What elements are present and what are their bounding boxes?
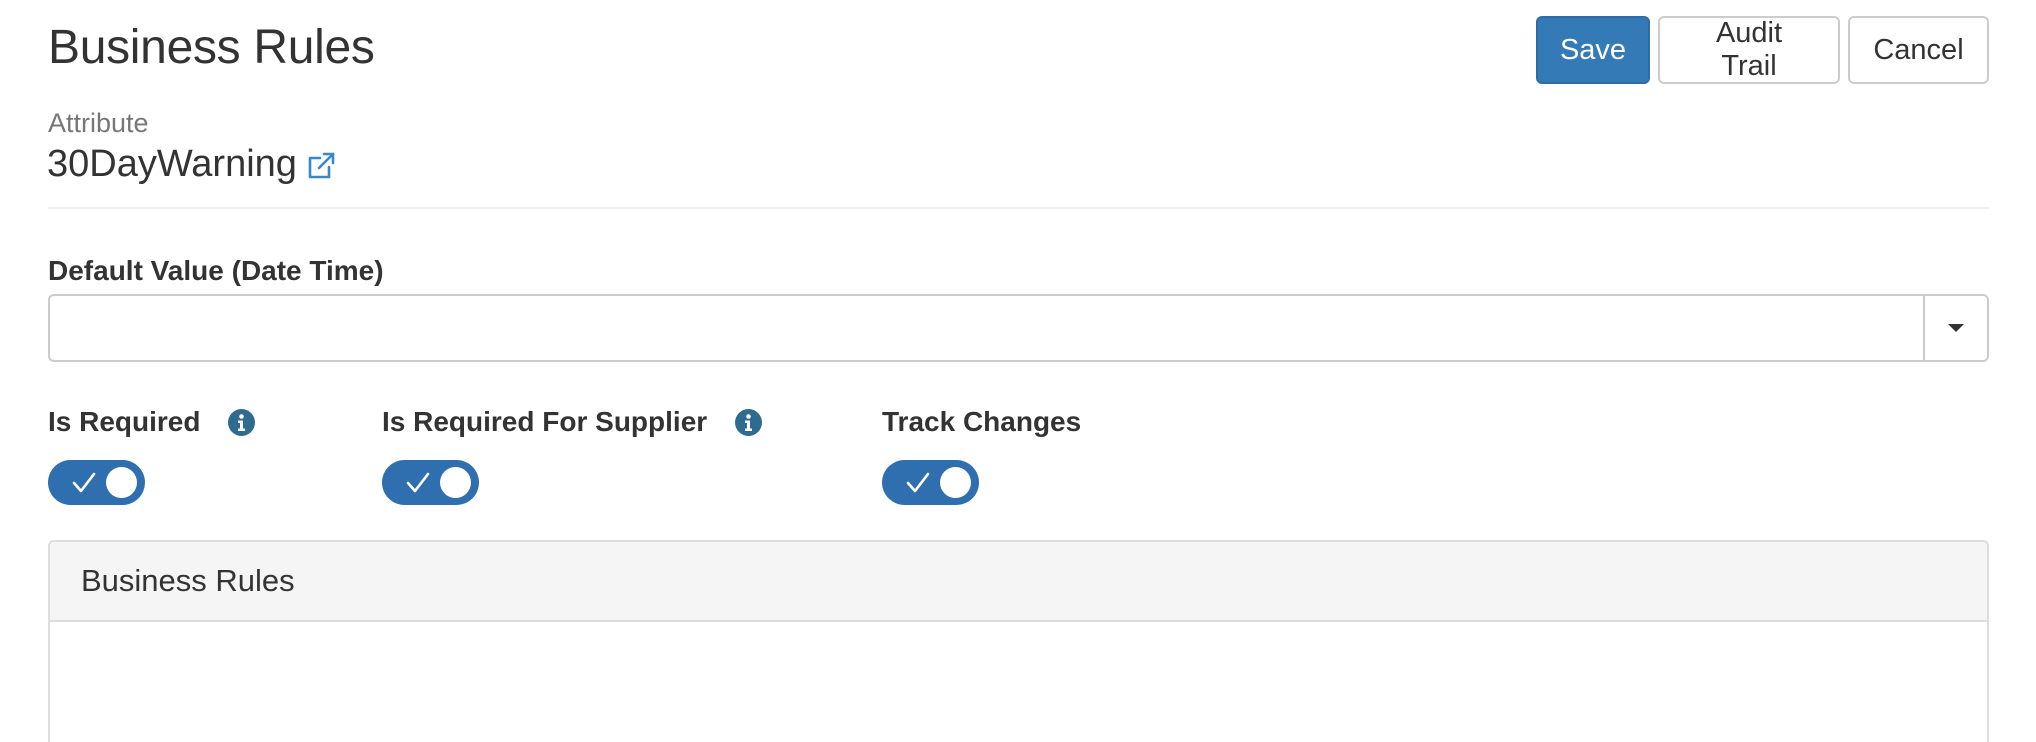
is-required-for-supplier-toggle[interactable] — [382, 460, 479, 505]
info-icon[interactable] — [228, 408, 256, 436]
section-divider — [48, 207, 1989, 209]
check-icon — [906, 472, 930, 493]
caret-down-icon — [1948, 324, 1964, 332]
business-rules-page: Business Rules Save Audit Trail Cancel A… — [0, 0, 2036, 742]
is-required-label: Is Required — [48, 406, 201, 437]
action-buttons: Save Audit Trail Cancel — [1536, 16, 1989, 84]
attribute-label: Attribute — [48, 108, 149, 138]
is-required-group: Is Required — [48, 404, 256, 505]
toggle-knob — [106, 467, 137, 498]
track-changes-group: Track Changes — [882, 404, 1081, 505]
toggle-knob — [440, 467, 471, 498]
default-value-input-group — [48, 294, 1989, 362]
check-icon — [72, 472, 96, 493]
is-required-for-supplier-group: Is Required For Supplier — [382, 404, 763, 505]
audit-trail-button[interactable]: Audit Trail — [1658, 16, 1840, 84]
info-icon[interactable] — [735, 408, 763, 436]
business-rules-panel: Business Rules — [48, 540, 1989, 742]
cancel-button[interactable]: Cancel — [1848, 16, 1989, 84]
default-value-input[interactable] — [48, 294, 1923, 362]
track-changes-toggle[interactable] — [882, 460, 979, 505]
page-title: Business Rules — [48, 21, 375, 74]
attribute-value-row: 30DayWarning — [47, 143, 337, 186]
track-changes-label: Track Changes — [882, 406, 1082, 437]
check-icon — [406, 472, 430, 493]
save-button[interactable]: Save — [1536, 16, 1650, 84]
is-required-for-supplier-label: Is Required For Supplier — [382, 406, 708, 437]
default-value-label: Default Value (Date Time) — [48, 255, 384, 286]
attribute-name: 30DayWarning — [47, 143, 297, 185]
is-required-toggle[interactable] — [48, 460, 145, 505]
external-link-icon[interactable] — [305, 150, 337, 182]
date-picker-dropdown-button[interactable] — [1923, 294, 1989, 362]
panel-heading: Business Rules — [50, 542, 1987, 622]
toggle-knob — [940, 467, 971, 498]
